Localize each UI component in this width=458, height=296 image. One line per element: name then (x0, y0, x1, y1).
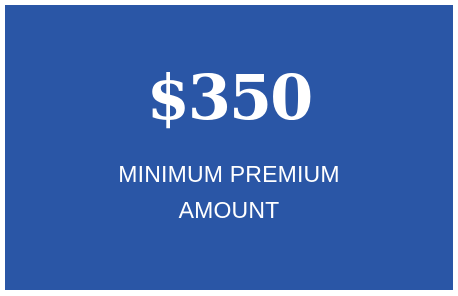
premium-card: $350 MINIMUM PREMIUM AMOUNT (5, 5, 453, 290)
premium-label: MINIMUM PREMIUM AMOUNT (5, 156, 453, 228)
premium-label-line-1: MINIMUM PREMIUM (118, 161, 340, 187)
premium-amount: $350 (146, 61, 314, 134)
premium-label-line-2: AMOUNT (178, 197, 280, 223)
